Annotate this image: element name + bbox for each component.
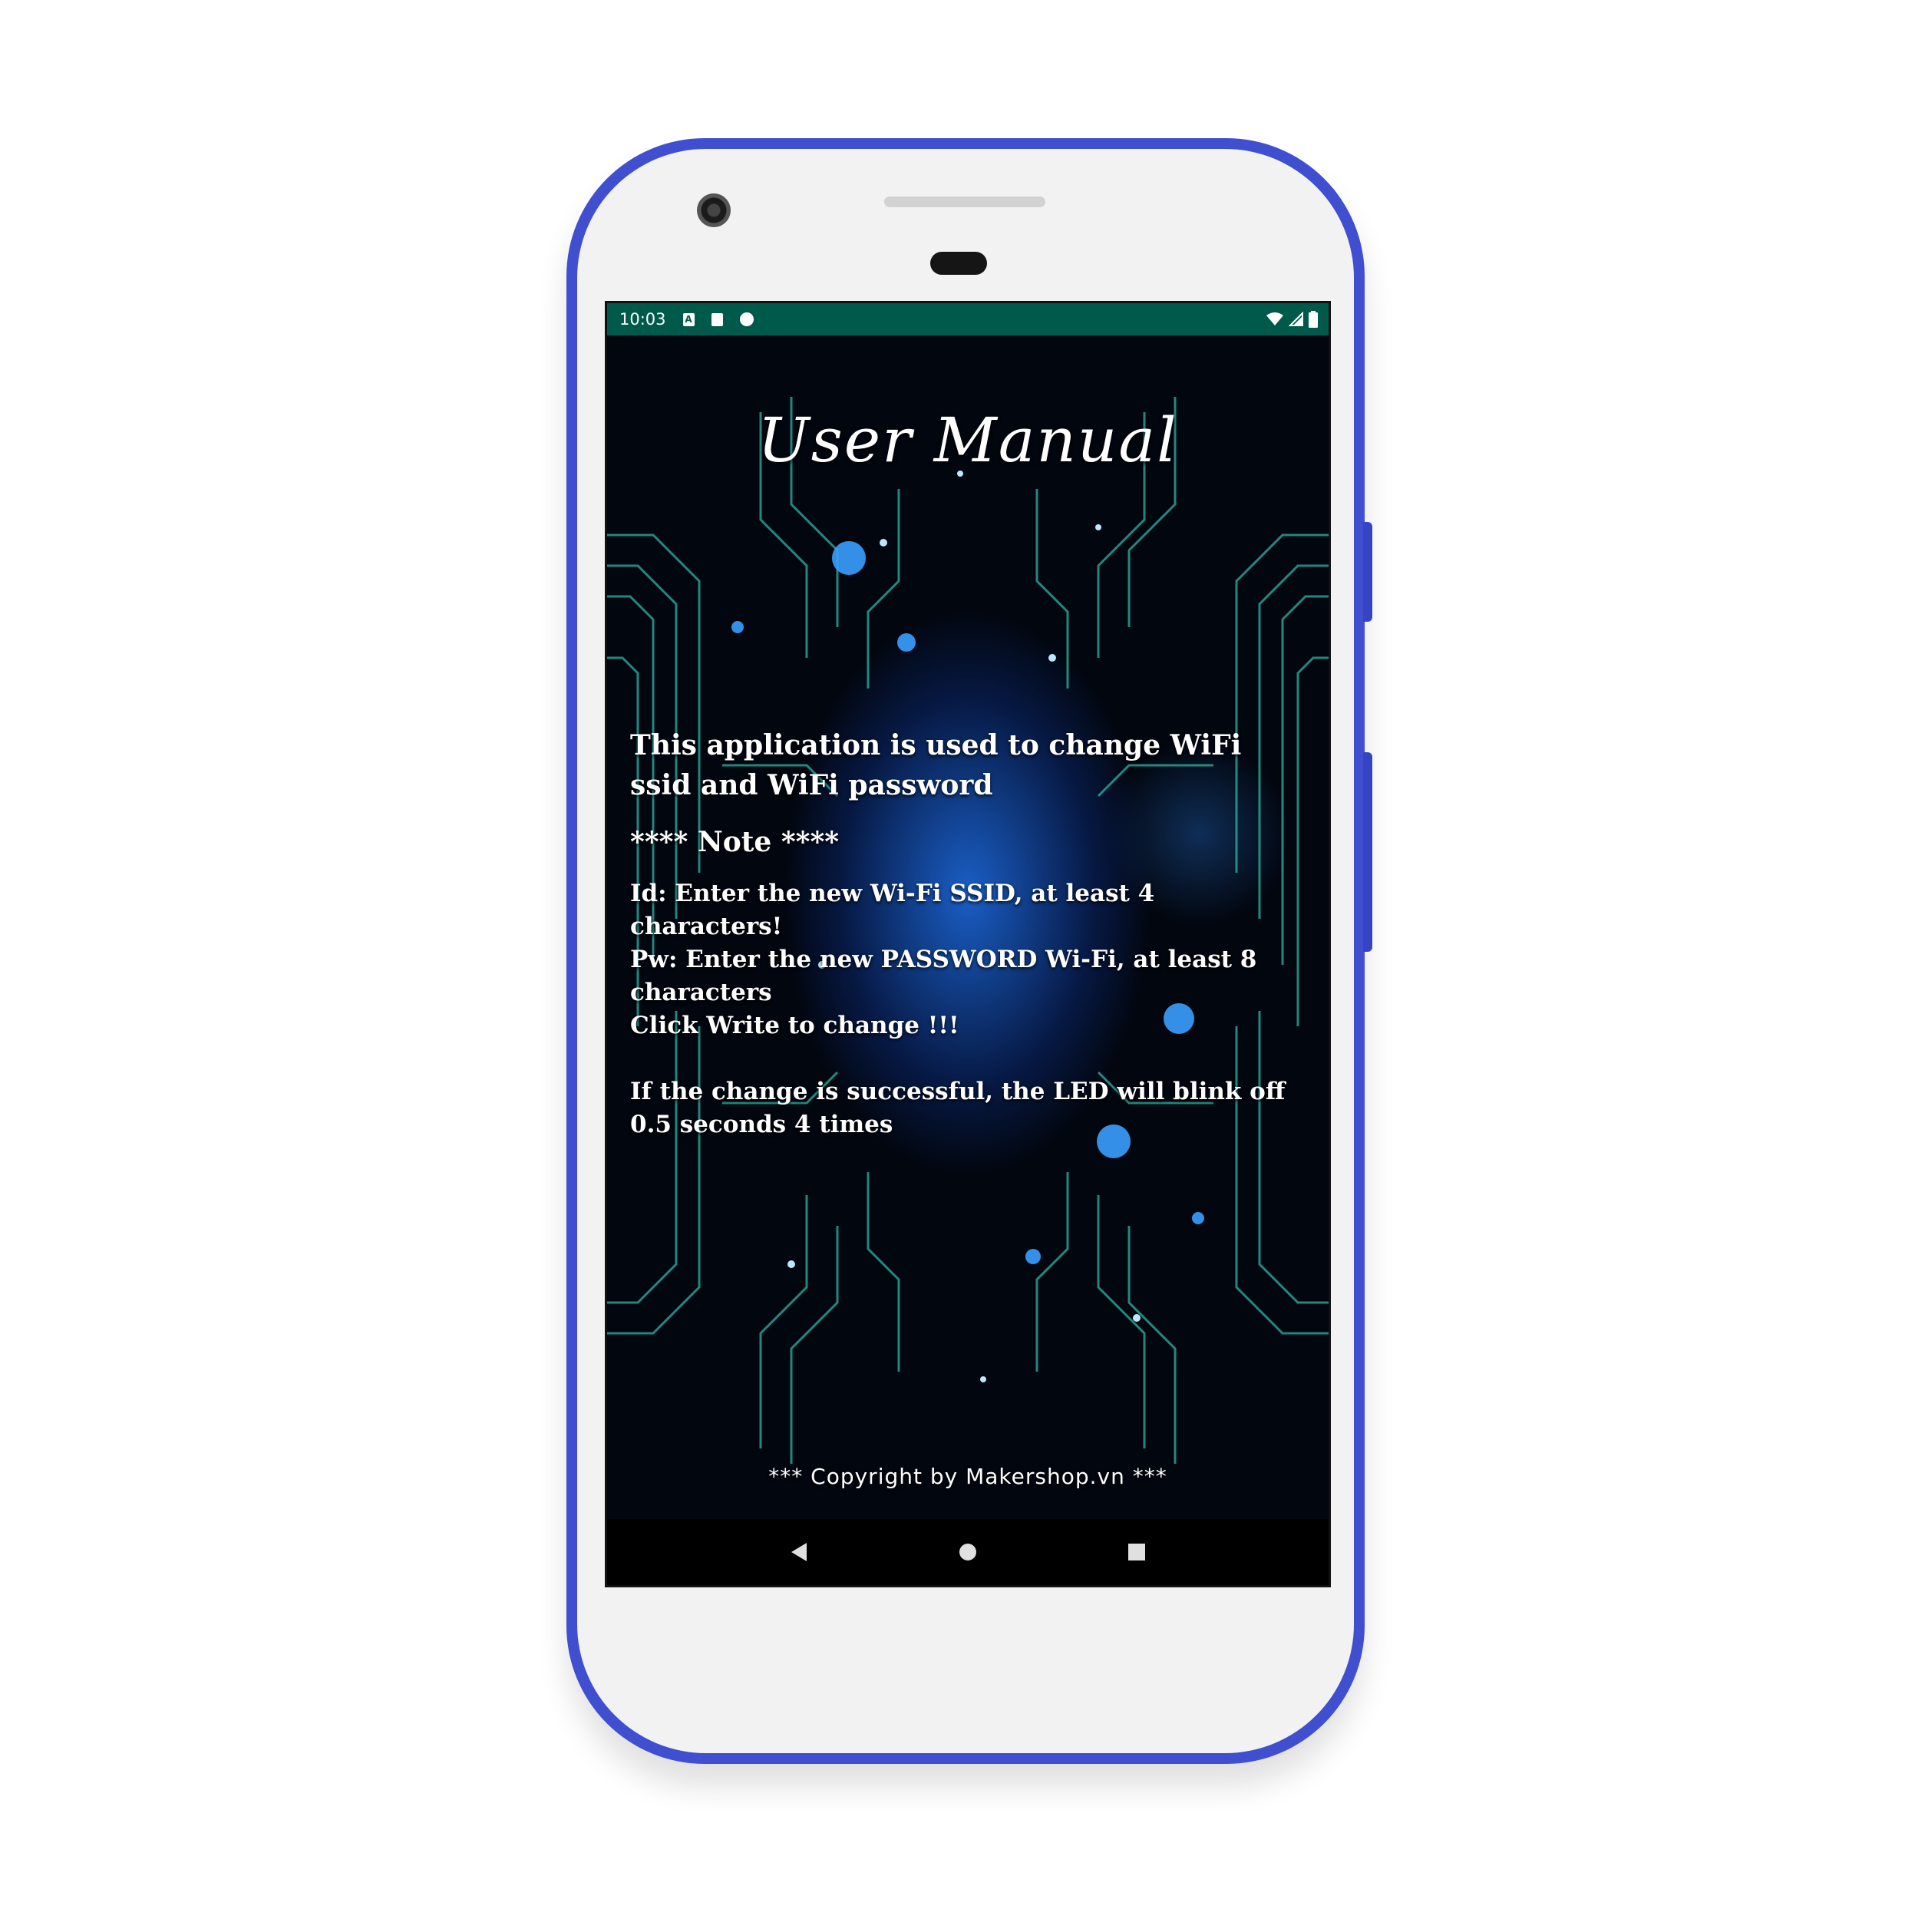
- earpiece: [930, 252, 987, 275]
- front-camera: [697, 193, 731, 227]
- battery-icon: [1309, 311, 1318, 328]
- intro-text: This application is used to change WiFi …: [630, 729, 1242, 801]
- signal-icon: [1289, 312, 1303, 326]
- status-right-icons: [1266, 311, 1318, 328]
- note-heading: **** Note ****: [630, 826, 840, 858]
- instructions: Id: Enter the new Wi-Fi SSID, at least 4…: [630, 877, 1310, 1141]
- phone-screen: 10:03 A User Manual This application is …: [605, 301, 1331, 1587]
- instruction-click-line: Click Write to change !!!: [630, 1012, 959, 1039]
- page-title: User Manual: [758, 405, 1178, 476]
- volume-button[interactable]: [1363, 752, 1372, 952]
- back-icon: [791, 1543, 807, 1561]
- instruction-success-line: If the change is successful, the LED wil…: [630, 1078, 1286, 1138]
- keyboard-a-icon: A: [682, 312, 695, 326]
- wifi-icon: [1266, 312, 1283, 325]
- navigation-bar: [607, 1519, 1329, 1585]
- instruction-id-line: Id: Enter the new Wi-Fi SSID, at least 4…: [630, 880, 1155, 940]
- speaker-grill: [884, 197, 1045, 207]
- instruction-pw-line: Pw: Enter the new PASSWORD Wi-Fi, at lea…: [630, 946, 1257, 1006]
- home-icon: [959, 1544, 976, 1560]
- copyright-text: *** Copyright by Makershop.vn ***: [768, 1464, 1167, 1489]
- back-button[interactable]: [784, 1537, 814, 1567]
- stage: 10:03 A User Manual This application is …: [0, 0, 1928, 1932]
- power-button[interactable]: [1363, 522, 1372, 622]
- sync-icon: [739, 312, 754, 326]
- status-bar: 10:03 A: [607, 303, 1329, 335]
- user-manual-screen: User Manual This application is used to …: [607, 335, 1329, 1521]
- status-time: 10:03: [619, 310, 666, 329]
- sd-card-icon: [711, 312, 723, 326]
- home-button[interactable]: [952, 1537, 983, 1567]
- recents-icon: [1128, 1544, 1145, 1560]
- recents-button[interactable]: [1121, 1537, 1152, 1567]
